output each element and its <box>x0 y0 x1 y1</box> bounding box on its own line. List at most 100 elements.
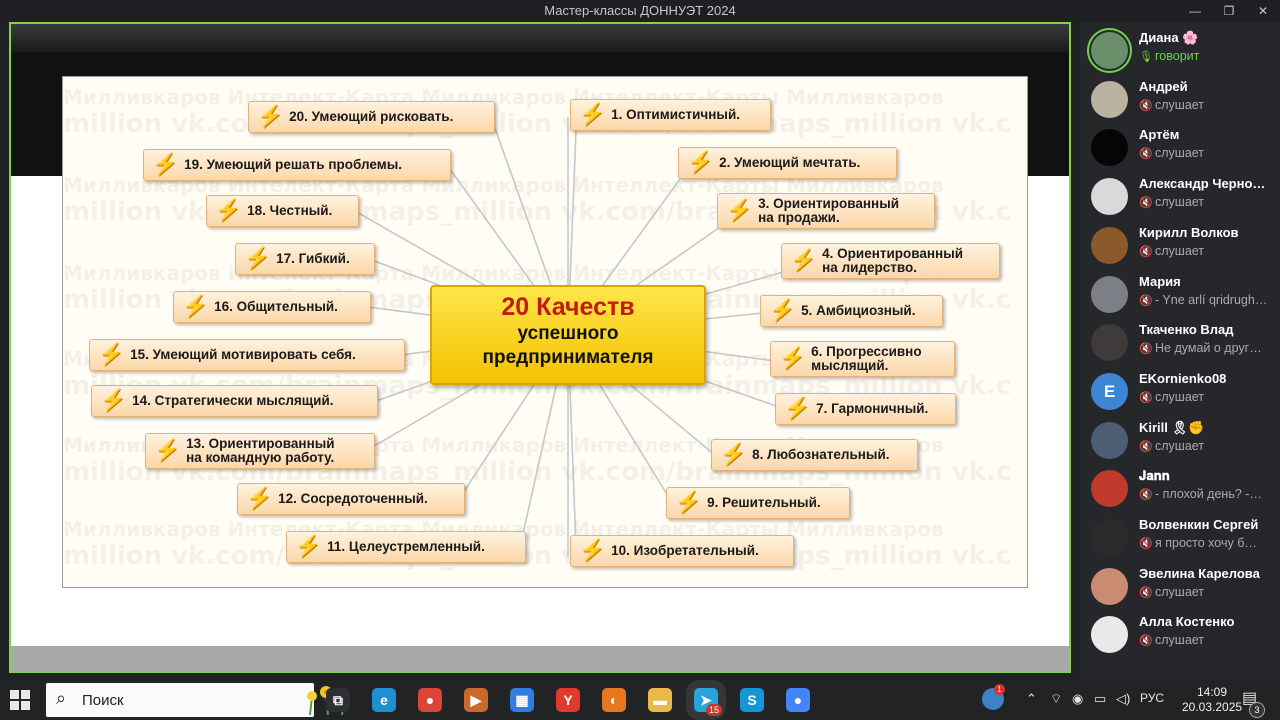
microphone-icon: 🎙 <box>1139 51 1153 63</box>
language-indicator[interactable]: РУС <box>1140 691 1164 705</box>
participant-name: Андрей <box>1139 78 1188 94</box>
center-subtitle-line: успешного <box>517 323 619 344</box>
participant-name: Волвенкин Сергей <box>1139 517 1259 532</box>
participant-status-text: слушает <box>1155 389 1205 404</box>
yandex-icon[interactable]: Y <box>556 688 580 712</box>
edge-icon[interactable]: e <box>372 688 396 712</box>
participant-avatar <box>1091 324 1128 362</box>
quality-box: ⚡ 17. Гибкий. <box>235 243 375 275</box>
participant-avatar <box>1091 32 1128 69</box>
center-title: 20 Качеств <box>501 293 635 321</box>
skype-icon[interactable]: S <box>740 688 764 712</box>
microphone-muted-icon: 🔇 <box>1139 440 1153 453</box>
participant-name: Мария <box>1139 273 1181 289</box>
participant-status-text: слушает <box>1155 438 1205 453</box>
participant-status-text: слушает <box>1155 584 1205 599</box>
media-icon[interactable]: ▶ <box>464 688 488 712</box>
participant-row[interactable]: Артём 🔇 слушает <box>1088 125 1274 174</box>
firefox-icon[interactable]: ◐ <box>602 688 626 712</box>
microphone-muted-icon: 🔇 <box>1139 538 1153 550</box>
explorer-icon[interactable]: ▬ <box>648 688 672 712</box>
microphone-muted-icon: 🔇 <box>1139 245 1153 258</box>
microphone-muted-icon: 🔇 <box>1139 343 1153 356</box>
participant-row[interactable]: Kirill 🎗✊ 🔇 слушает <box>1088 418 1274 467</box>
screen-share-view[interactable]: Милливкаров Интелект-Карта Милликаров Ин… <box>9 22 1071 673</box>
lightning-icon: ⚡ <box>257 105 284 128</box>
participant-row[interactable]: E EKornienko08 🔇 слушает <box>1088 369 1274 418</box>
participant-avatar: E <box>1091 372 1128 410</box>
participant-row[interactable]: Мария 🔇 - Yne arlí qridrugh… <box>1088 272 1274 321</box>
search-placeholder: Поиск <box>82 692 124 709</box>
lightning-icon: ⚡ <box>154 439 181 462</box>
participant-avatar <box>1091 275 1128 313</box>
participant-status: 🔇 Не думай о друг… <box>1139 341 1275 355</box>
volume-icon[interactable]: ◁) <box>1116 691 1130 707</box>
quality-label: 19. Умеющий решать проблемы. <box>184 157 402 172</box>
participant-avatar <box>1091 226 1128 264</box>
participant-avatar <box>1091 567 1128 605</box>
quality-label: 13. Ориентированный на командную работу. <box>186 436 335 465</box>
participant-status: 🔇 - плохой день? -… <box>1139 487 1275 501</box>
maximize-button[interactable]: ❐ <box>1212 0 1246 22</box>
lightning-icon: ⚡ <box>215 199 242 222</box>
chrome-profile-icon[interactable]: ● <box>786 688 810 712</box>
participant-row[interactable]: Ткаченко Влад 🔇 Не думай о друг… <box>1088 320 1274 369</box>
lightning-icon: ⚡ <box>182 295 209 318</box>
participant-avatar <box>1091 616 1128 654</box>
quality-box: ⚡ 18. Честный. <box>206 195 359 227</box>
lightning-icon: ⚡ <box>784 397 811 420</box>
lightning-icon: ⚡ <box>790 249 817 272</box>
quality-box: ⚡ 13. Ориентированный на командную работу. <box>145 433 375 469</box>
quality-label: 10. Изобретательный. <box>611 543 759 558</box>
camera-icon[interactable]: ◉ <box>1072 691 1083 707</box>
participant-row[interactable]: Диана 🌸 🎙 говорит <box>1088 28 1274 77</box>
participant-row[interactable]: Волвенкин Сергей 🔇 я просто хочу б… <box>1088 515 1274 564</box>
participants-panel[interactable]: Диана 🌸 🎙 говорит Андрей 🔇 слушает Артём 🔇 слуша… <box>1080 22 1280 680</box>
participant-row[interactable]: Кирилл Волков 🔇 слушает <box>1088 223 1274 272</box>
participant-status-text: слушает <box>1155 243 1205 258</box>
participant-status: 🔇 слушает <box>1139 98 1275 112</box>
lightning-icon: ⚡ <box>726 199 753 222</box>
quality-label: 5. Амбициозный. <box>801 303 916 318</box>
quality-label: 1. Оптимистичный. <box>611 107 741 122</box>
participant-avatar <box>1091 421 1128 459</box>
chevron-up-icon[interactable]: ⌃ <box>1026 691 1037 707</box>
microphone-muted-icon: 🔇 <box>1139 635 1153 648</box>
participant-name: Диана 🌸 <box>1139 30 1199 45</box>
task-view-icon[interactable]: ⧉ <box>326 688 350 712</box>
clock-time: 14:09 <box>1196 685 1228 699</box>
quality-label: 3. Ориентированный на продажи. <box>758 196 900 225</box>
stage-bottom-bar <box>11 646 1069 671</box>
window-title: Мастер-классы ДОННУЭТ 2024 <box>544 3 736 18</box>
participant-status: 🔇 слушает <box>1139 585 1275 599</box>
participant-status: 🔇 слушает <box>1139 244 1275 258</box>
participant-status: 🔇 слушает <box>1139 633 1275 647</box>
quality-box: ⚡ 10. Изобретательный. <box>570 535 794 567</box>
participant-row[interactable]: Эвелина Карелова 🔇 слушает <box>1088 564 1274 613</box>
lightning-icon: ⚡ <box>720 443 747 466</box>
participant-row[interactable]: Андрей 🔇 слушает <box>1088 77 1274 126</box>
windows-start-icon[interactable] <box>10 690 30 710</box>
lightning-icon: ⚡ <box>769 299 796 322</box>
chrome-icon[interactable]: ● <box>418 688 442 712</box>
network-icon[interactable]: ⌔ <box>1050 691 1062 707</box>
quality-box: ⚡ 19. Умеющий решать проблемы. <box>143 149 451 181</box>
microphone-muted-icon: 🔇 <box>1139 197 1153 210</box>
participant-status: 🔇 слушает <box>1139 439 1275 453</box>
participant-status-text: слушает <box>1155 195 1205 210</box>
microphone-muted-icon: 🔇 <box>1139 148 1153 161</box>
lightning-icon: ⚡ <box>295 535 322 558</box>
system-clock[interactable]: 14:09 20.03.2025 <box>1182 685 1242 715</box>
participant-name: Алла Костенко <box>1139 614 1235 630</box>
clock-date: 20.03.2025 <box>1182 700 1243 714</box>
taskbar-search-input[interactable]: ⌕ Поиск <box>46 683 349 717</box>
battery-icon[interactable]: ▭ <box>1094 691 1106 707</box>
quality-box: ⚡ 3. Ориентированный на продажи. <box>717 193 935 229</box>
participant-row[interactable]: Александр Черно… 🔇 слушает <box>1088 174 1274 223</box>
participant-row[interactable]: Алла Костенко 🔇 слушает <box>1088 612 1274 661</box>
quality-box: ⚡ 14. Стратегически мыслящий. <box>91 385 378 417</box>
participant-row[interactable]: 𝐉𝐚𝐧𝐧 🔇 - плохой день? -… <box>1088 466 1274 515</box>
minimize-button[interactable]: — <box>1178 0 1212 22</box>
store-icon[interactable]: ▦ <box>510 688 534 712</box>
close-button[interactable]: ✕ <box>1246 0 1280 22</box>
